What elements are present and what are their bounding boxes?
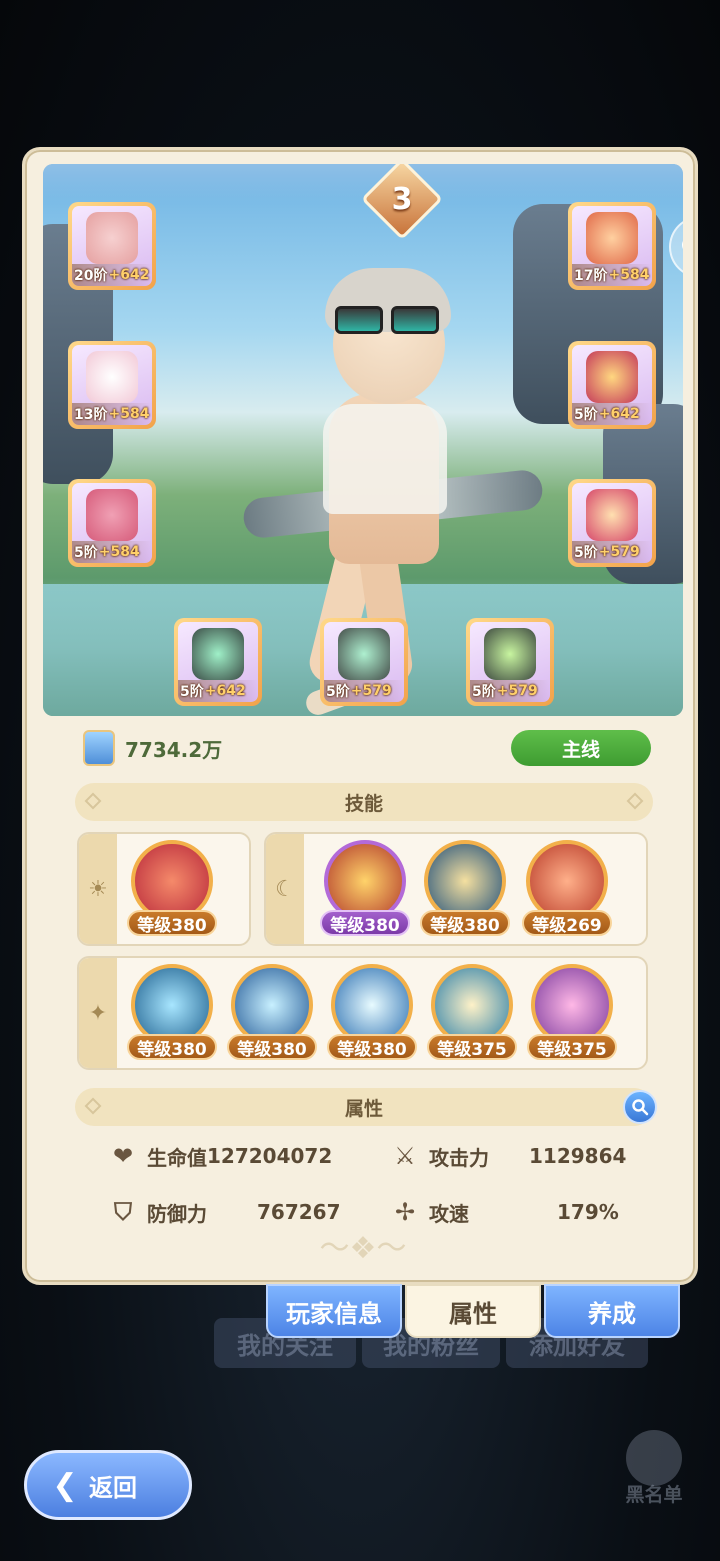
speed-icon: ✢ (394, 1198, 416, 1226)
attribute-search-button[interactable] (623, 1090, 657, 1124)
skill-item[interactable]: 等级269 (522, 840, 612, 940)
attr-attack: ⚔ 攻击力 1129864 (391, 1140, 626, 1172)
equip-slot-belt[interactable]: 5阶 +584 (68, 479, 156, 567)
chat-bubbles-icon (682, 240, 683, 250)
rank-number: 3 (391, 181, 413, 217)
equip-slot-ring[interactable]: 5阶 +642 (174, 618, 262, 706)
attr-defense: ⛉ 防御力 767267 (109, 1196, 341, 1228)
crossed-swords-icon: ⚔ (394, 1142, 416, 1170)
blacklist-button: 黑名单 (618, 1430, 690, 1510)
ornament-icon: 〜❖〜 (319, 1231, 407, 1266)
combat-power-value: 7734.2万 (125, 738, 223, 762)
sparkle-icon: ✦ (79, 958, 117, 1068)
tab-growth[interactable]: 养成 (544, 1284, 680, 1338)
skill-item[interactable]: 等级380 (320, 840, 410, 940)
skill-item[interactable]: 等级380 (327, 964, 417, 1064)
shield-icon: ⛉ (114, 1198, 132, 1226)
moon-icon: ☾ (266, 834, 304, 944)
skill-item[interactable]: 等级380 (227, 964, 317, 1064)
skill-item[interactable]: 等级380 (127, 964, 217, 1064)
equip-slot-bow[interactable]: 20阶 +642 (68, 202, 156, 290)
equip-slot-boots[interactable]: 5阶 +579 (568, 479, 656, 567)
ring-icon (192, 628, 244, 680)
skill-group-sun: ☀ 等级380 (77, 832, 251, 946)
skill-group-moon: ☾ 等级380 等级380 等级269 (264, 832, 648, 946)
equip-slot-helmet[interactable]: 17阶 +584 (568, 202, 656, 290)
equip-slot-armor[interactable]: 13阶 +584 (68, 341, 156, 429)
combat-power-row: 7734.2万 主线 (83, 726, 651, 772)
search-icon (632, 1099, 649, 1116)
armor-icon (86, 351, 138, 403)
skill-item[interactable]: 等级380 (127, 840, 217, 940)
attr-hp: ❤ 生命值 127204072 (109, 1140, 332, 1172)
helmet-icon (586, 212, 638, 264)
heart-icon: ❤ (112, 1142, 134, 1170)
necklace-icon (338, 628, 390, 680)
player-detail-panel: 3 20阶 +642 13阶 +584 5阶 +584 17阶 +584 5阶 … (22, 147, 698, 1285)
back-button[interactable]: ❮ 返回 (24, 1450, 192, 1520)
back-arrow-icon: ❮ (52, 1467, 78, 1503)
tab-player-info[interactable]: 玩家信息 (266, 1284, 402, 1338)
character-shirt (323, 404, 447, 514)
bracer-icon (586, 351, 638, 403)
skill-item[interactable]: 等级380 (420, 840, 510, 940)
boots-icon (586, 489, 638, 541)
person-icon (626, 1430, 682, 1486)
skill-group-star: ✦ 等级380 等级380 等级380 等级375 等级375 (77, 956, 648, 1070)
mainline-button[interactable]: 主线 (511, 730, 651, 766)
attributes-header: 属性 (75, 1088, 657, 1126)
skill-item[interactable]: 等级375 (427, 964, 517, 1064)
chat-button[interactable] (669, 216, 683, 278)
skill-item[interactable]: 等级375 (527, 964, 617, 1064)
amulet-icon (484, 628, 536, 680)
equip-slot-necklace[interactable]: 5阶 +579 (320, 618, 408, 706)
equip-slot-amulet[interactable]: 5阶 +579 (466, 618, 554, 706)
tab-attributes[interactable]: 属性 (405, 1284, 541, 1338)
sun-icon: ☀ (79, 834, 117, 944)
character-sunglasses (335, 306, 443, 336)
equip-slot-bracer[interactable]: 5阶 +642 (568, 341, 656, 429)
skills-header: 技能 (75, 783, 653, 821)
bow-icon (86, 212, 138, 264)
shield-sword-icon (83, 730, 115, 766)
belt-icon (86, 489, 138, 541)
